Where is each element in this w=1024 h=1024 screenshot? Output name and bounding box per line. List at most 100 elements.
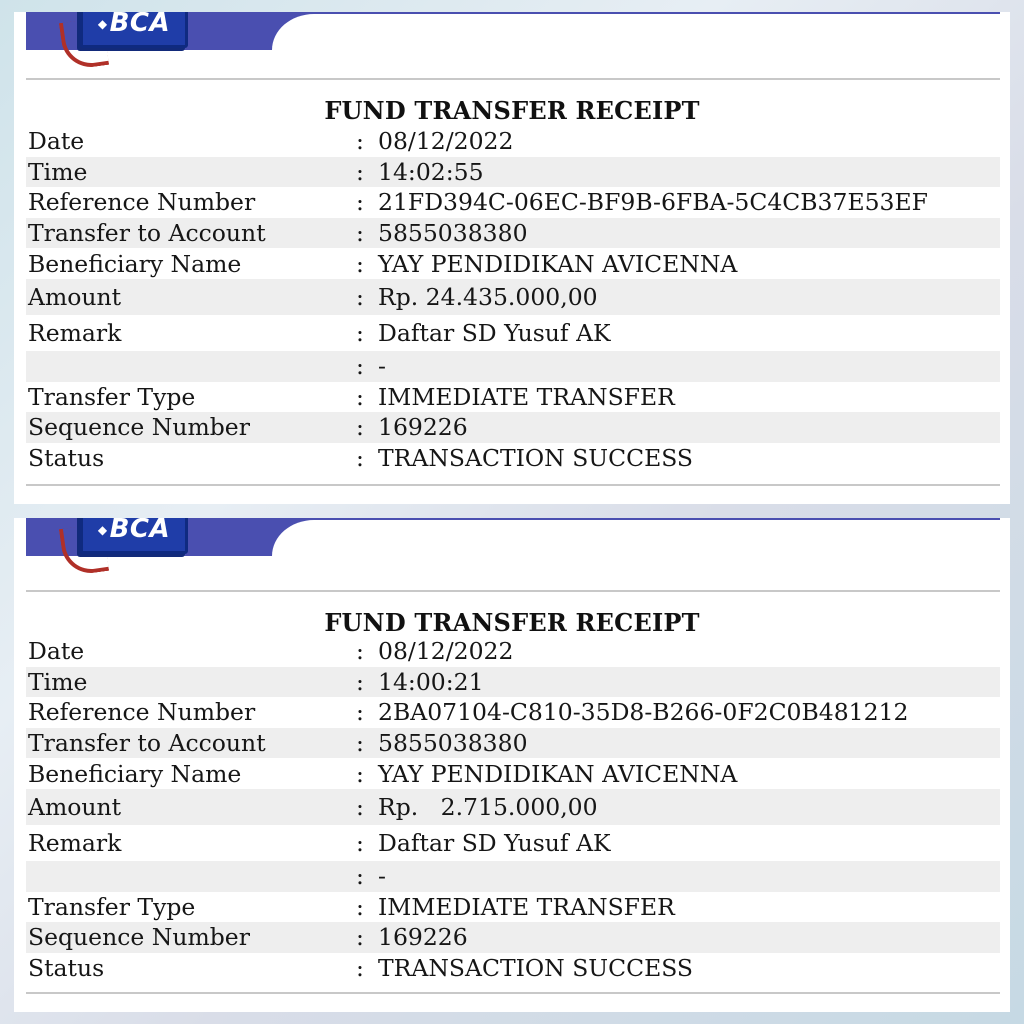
row-remark: Remark: Daftar SD Yusuf AK (26, 825, 1000, 861)
logo-text: BCA (109, 518, 171, 544)
row-label: Transfer to Account (28, 219, 266, 248)
row-transfer-type: Transfer Type: IMMEDIATE TRANSFER (26, 382, 1000, 413)
header-curve (272, 14, 1010, 74)
row-value: YAY PENDIDIKAN AVICENNA (378, 759, 738, 788)
row-value: Rp. 2.715.000,00 (378, 792, 598, 821)
row-remark-2: :- (26, 350, 1000, 382)
row-label: Transfer Type (28, 892, 196, 921)
row-value: IMMEDIATE TRANSFER (378, 382, 675, 411)
row-separator: : (356, 862, 364, 891)
row-label: Amount (28, 792, 122, 821)
row-time: Time:14:02:55 (26, 156, 1000, 188)
header-curve (272, 520, 1010, 580)
row-separator: : (356, 923, 364, 952)
row-value: TRANSACTION SUCCESS (378, 444, 694, 473)
row-reference-number: Reference Number:21FD394C-06EC-BF9B-6FBA… (26, 187, 1000, 218)
row-time: Time:14:00:21 (26, 666, 1000, 698)
row-amount: Amount: Rp. 2.715.000,00 (26, 788, 1000, 825)
row-separator: : (356, 828, 364, 857)
row-value: IMMEDIATE TRANSFER (378, 892, 675, 921)
row-value: Daftar SD Yusuf AK (378, 318, 611, 347)
row-value: 2BA07104-C810-35D8-B266-0F2C0B481212 (378, 698, 909, 727)
row-separator: : (356, 892, 364, 921)
row-label: Reference Number (28, 188, 256, 217)
row-separator: : (356, 413, 364, 442)
row-label: Time (28, 667, 88, 696)
row-label: Date (28, 127, 85, 156)
row-separator: : (356, 352, 364, 381)
divider (26, 992, 1000, 994)
row-separator: : (356, 698, 364, 727)
row-beneficiary-name: Beneficiary Name: YAY PENDIDIKAN AVICENNA (26, 248, 1000, 279)
row-value: 08/12/2022 (378, 127, 514, 156)
row-value: Rp. 24.435.000,00 (378, 282, 598, 311)
row-transfer-to-account: Transfer to Account:5855038380 (26, 217, 1000, 249)
receipt-panel: ◆BCA FUND TRANSFER RECEIPT Date:08/12/20… (14, 12, 1010, 504)
logo-text: BCA (109, 12, 171, 38)
row-separator: : (356, 444, 364, 473)
receipt-title: FUND TRANSFER RECEIPT (324, 608, 700, 637)
row-remark: Remark: Daftar SD Yusuf AK (26, 315, 1000, 351)
bca-logo: ◆BCA (80, 12, 188, 48)
row-value: 14:00:21 (378, 667, 484, 696)
row-label: Transfer Type (28, 382, 196, 411)
row-separator: : (356, 127, 364, 156)
row-sequence-number: Sequence Number:169226 (26, 922, 1000, 953)
row-separator: : (356, 219, 364, 248)
receipt-table: Date:08/12/2022 Time:14:00:21 Reference … (26, 636, 1000, 983)
row-reference-number: Reference Number:2BA07104-C810-35D8-B266… (26, 697, 1000, 728)
row-value: 169226 (378, 413, 468, 442)
row-separator: : (356, 188, 364, 217)
row-value: 14:02:55 (378, 157, 484, 186)
row-value: YAY PENDIDIKAN AVICENNA (378, 249, 738, 278)
row-label: Status (28, 444, 105, 473)
row-separator: : (356, 382, 364, 411)
row-label: Remark (28, 318, 122, 347)
row-label: Remark (28, 828, 122, 857)
row-label: Amount (28, 282, 122, 311)
row-label: Transfer to Account (28, 729, 266, 758)
row-value: TRANSACTION SUCCESS (378, 954, 694, 983)
row-amount: Amount: Rp. 24.435.000,00 (26, 278, 1000, 315)
row-transfer-to-account: Transfer to Account:5855038380 (26, 727, 1000, 759)
row-separator: : (356, 667, 364, 696)
row-date: Date:08/12/2022 (26, 636, 1000, 667)
row-remark-2: :- (26, 860, 1000, 892)
logo-mark-icon: ◆ (97, 16, 108, 31)
row-separator: : (356, 792, 364, 821)
row-value: 21FD394C-06EC-BF9B-6FBA-5C4CB37E53EF (378, 188, 928, 217)
row-label: Sequence Number (28, 413, 250, 442)
row-value: 169226 (378, 923, 468, 952)
row-label: Status (28, 954, 105, 983)
bca-logo: ◆BCA (80, 518, 188, 554)
row-beneficiary-name: Beneficiary Name: YAY PENDIDIKAN AVICENNA (26, 758, 1000, 789)
row-transfer-type: Transfer Type: IMMEDIATE TRANSFER (26, 892, 1000, 923)
row-separator: : (356, 157, 364, 186)
receipt-title: FUND TRANSFER RECEIPT (324, 96, 700, 125)
row-value: Daftar SD Yusuf AK (378, 828, 611, 857)
row-status: Status: TRANSACTION SUCCESS (26, 443, 1000, 474)
row-separator: : (356, 318, 364, 347)
row-value: 5855038380 (378, 219, 528, 248)
divider (26, 590, 1000, 592)
row-separator: : (356, 954, 364, 983)
row-label: Reference Number (28, 698, 256, 727)
row-separator: : (356, 249, 364, 278)
row-label: Time (28, 157, 88, 186)
divider (26, 78, 1000, 80)
row-date: Date:08/12/2022 (26, 126, 1000, 157)
row-status: Status: TRANSACTION SUCCESS (26, 953, 1000, 984)
receipt-table: Date:08/12/2022 Time:14:02:55 Reference … (26, 126, 1000, 473)
row-separator: : (356, 637, 364, 666)
logo-mark-icon: ◆ (97, 522, 108, 537)
row-label: Date (28, 637, 85, 666)
row-label: Beneficiary Name (28, 759, 242, 788)
row-value: - (378, 862, 386, 891)
row-separator: : (356, 282, 364, 311)
row-sequence-number: Sequence Number:169226 (26, 412, 1000, 443)
row-separator: : (356, 759, 364, 788)
row-value: - (378, 352, 386, 381)
row-label: Sequence Number (28, 923, 250, 952)
row-separator: : (356, 729, 364, 758)
divider (26, 484, 1000, 486)
